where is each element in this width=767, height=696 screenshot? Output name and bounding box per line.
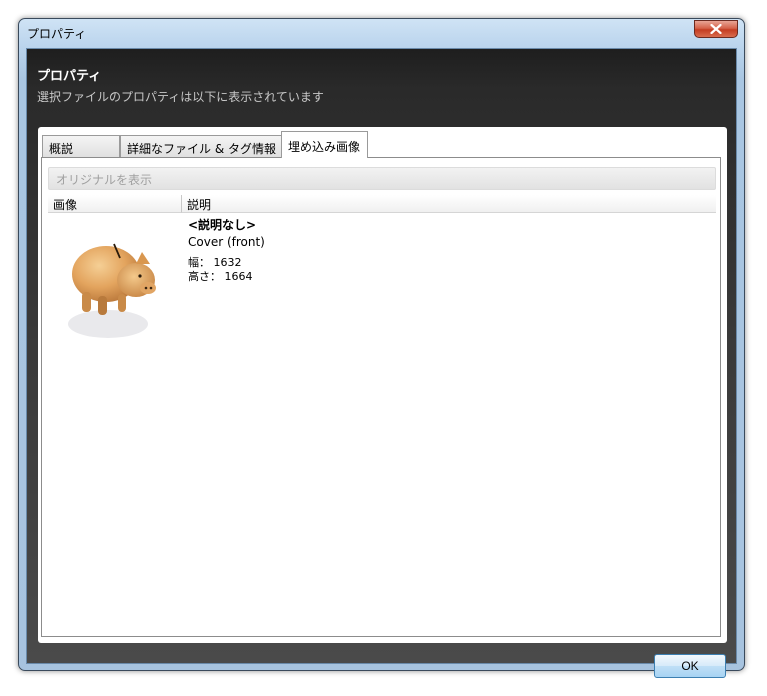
image-height-label: 高さ： — [188, 270, 221, 283]
column-header-description[interactable]: 説明 — [182, 195, 716, 213]
image-height-value: 1664 — [224, 270, 253, 283]
tab-embedded-images[interactable]: 埋め込み画像 — [281, 131, 368, 158]
close-button[interactable] — [694, 20, 738, 38]
image-description-title: <説明なし> — [188, 218, 257, 232]
dialog-client: プロパティ 選択ファイルのプロパティは以下に表示されています 概説 詳細なファイ… — [26, 48, 737, 678]
properties-panel: 概説 詳細なファイル & タグ情報 埋め込み画像 オリジナルを表示 画像 説明 — [38, 127, 727, 643]
column-header-image[interactable]: 画像 — [48, 195, 182, 213]
title-bar[interactable]: プロパティ — [19, 19, 744, 49]
tab-detailed-file-tag-info[interactable]: 詳細なファイル & タグ情報 — [120, 135, 282, 157]
close-icon — [710, 24, 722, 34]
image-height: 高さ： 1664 — [188, 268, 253, 284]
tab-overview[interactable]: 概説 — [42, 135, 120, 157]
embedded-images-pane: オリジナルを表示 画像 説明 <説明なし> Cover (front) 幅： 1… — [41, 157, 721, 637]
image-type: Cover (front) — [188, 235, 265, 249]
ok-button[interactable]: OK — [654, 654, 726, 678]
window-title: プロパティ — [27, 27, 87, 41]
header-title: プロパティ — [37, 69, 102, 84]
piggy-bank-image[interactable] — [66, 224, 166, 344]
properties-window: プロパティ プロパティ 選択ファイルのプロパティは以下に表示されています 概説 … — [18, 18, 745, 678]
show-original-button[interactable]: オリジナルを表示 — [48, 167, 716, 190]
header-subtitle: 選択ファイルのプロパティは以下に表示されています — [37, 90, 324, 104]
